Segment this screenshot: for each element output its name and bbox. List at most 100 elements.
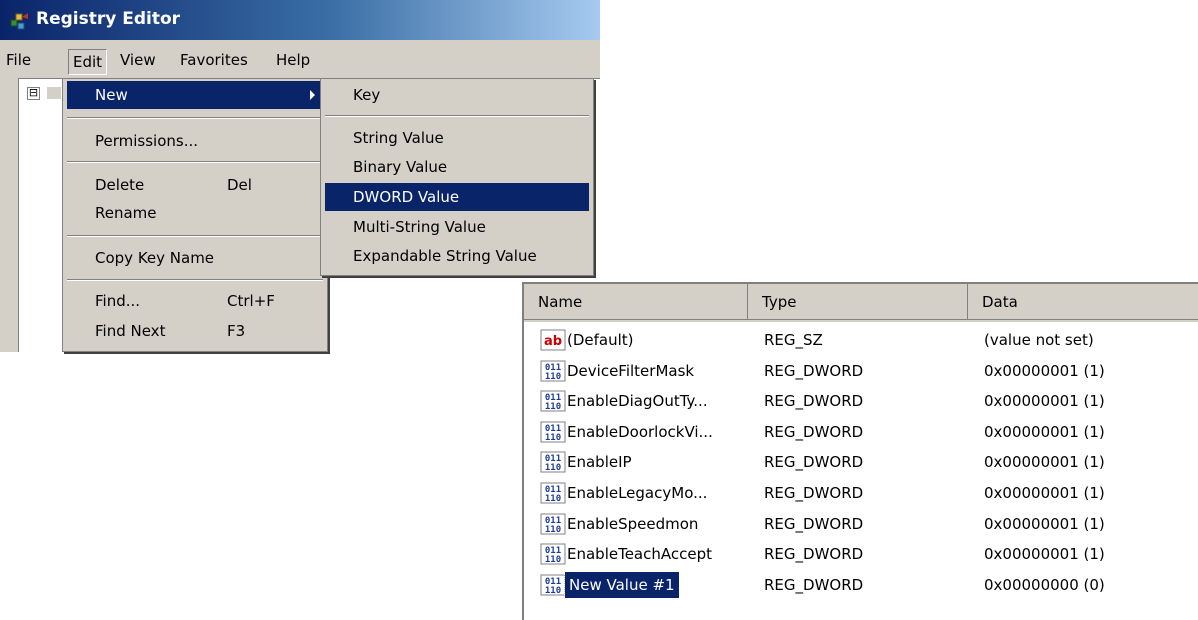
menu-item-delete[interactable]: Delete Del [67, 171, 323, 199]
menu-separator [325, 115, 589, 117]
table-row[interactable]: 011 110 EnableIP REG_DWORD 0x00000001 (1) [524, 446, 1198, 478]
list-header: Name Type Data [524, 284, 1198, 322]
shortcut-label: Del [227, 176, 252, 194]
menu-item-label: Multi-String Value [353, 218, 486, 236]
title-bar[interactable]: Registry Editor [0, 0, 600, 40]
values-list-pane: Name Type Data ab (Default) REG_SZ (value n… [522, 282, 1198, 620]
value-type: REG_DWORD [764, 514, 864, 533]
computer-icon [47, 87, 61, 99]
value-name: EnableLegacyMo... [567, 484, 708, 502]
registry-editor-icon [10, 13, 28, 30]
shortcut-label: Ctrl+F [227, 292, 275, 310]
value-type: REG_DWORD [764, 545, 864, 564]
menu-item-label: Key [353, 86, 381, 104]
binary-value-icon: 011110 [540, 390, 566, 412]
menu-separator [67, 117, 323, 119]
window-title: Registry Editor [36, 9, 181, 29]
value-type: REG_DWORD [764, 422, 864, 441]
edit-menu: New Permissions... Delete Del Rename Cop… [62, 78, 328, 352]
binary-value-icon: 011110 [540, 421, 566, 443]
value-type: REG_DWORD [764, 392, 864, 411]
collapse-icon[interactable]: ⊟ [27, 87, 40, 100]
submenu-item-key[interactable]: Key [325, 81, 589, 109]
menu-item-label: Binary Value [353, 158, 448, 176]
menu-item-rename[interactable]: Rename [67, 199, 323, 227]
svg-text:110: 110 [545, 433, 561, 443]
value-name: (Default) [567, 331, 634, 349]
menu-item-label: Rename [95, 204, 157, 222]
svg-text:110: 110 [545, 463, 561, 473]
value-data: 0x00000001 (1) [984, 392, 1105, 411]
svg-text:110: 110 [545, 402, 561, 412]
svg-text:ab: ab [544, 334, 562, 349]
binary-value-icon: 011110 [540, 574, 566, 596]
value-data: 0x00000001 (1) [984, 453, 1105, 472]
binary-value-icon: 011110 [540, 513, 566, 535]
submenu-item-binary-value[interactable]: Binary Value [325, 153, 589, 181]
menu-item-label: DWORD Value [353, 188, 460, 206]
menu-item-label: Delete [95, 176, 145, 194]
table-row[interactable]: 011 110 DeviceFilterMask REG_DWORD 0x0000000… [524, 355, 1198, 387]
menu-item-new[interactable]: New [67, 81, 323, 109]
value-data: 0x00000001 (1) [984, 484, 1105, 502]
menu-help[interactable]: Help [272, 48, 314, 72]
new-submenu: Key String Value Binary Value DWORD Valu… [320, 78, 594, 276]
menu-bar: File Edit View Favorites Help [0, 40, 600, 78]
binary-value-icon: 011110 [540, 360, 566, 382]
menu-item-find[interactable]: Find... Ctrl+F [67, 287, 323, 315]
menu-item-permissions[interactable]: Permissions... [67, 127, 323, 155]
value-name: New Value #1 [564, 570, 680, 599]
menu-favorites[interactable]: Favorites [176, 48, 252, 72]
table-row[interactable]: 011 110 EnableLegacyMo... REG_DWORD 0x000000… [524, 477, 1198, 509]
string-value-icon: ab [540, 329, 566, 351]
svg-text:110: 110 [545, 555, 561, 565]
menu-item-label: Copy Key Name [95, 249, 215, 267]
column-header-type[interactable]: Type [748, 284, 968, 320]
menu-view[interactable]: View [116, 48, 160, 72]
table-row[interactable]: 011 110 EnableTeachAccept REG_DWORD 0x000000… [524, 538, 1198, 570]
submenu-item-string-value[interactable]: String Value [325, 124, 589, 152]
value-type: REG_DWORD [764, 484, 864, 502]
binary-value-icon: 011110 [540, 482, 566, 504]
value-data: 0x00000001 (1) [984, 361, 1105, 380]
table-row[interactable]: 011 110 EnableDiagOutTy... REG_DWORD 0x00000… [524, 385, 1198, 417]
value-data: 0x00000001 (1) [984, 545, 1105, 564]
svg-text:110: 110 [545, 372, 561, 382]
table-row[interactable]: 011 110 New Value #1 REG_DWORD 0x00000000 (0… [524, 569, 1198, 601]
table-row[interactable]: 011 110 EnableSpeedmon REG_DWORD 0x00000001 … [524, 508, 1198, 540]
value-name: EnableSpeedmon [567, 514, 699, 533]
menu-item-find-next[interactable]: Find Next F3 [67, 317, 323, 345]
menu-separator [67, 279, 323, 281]
submenu-item-multi-string-value[interactable]: Multi-String Value [325, 213, 589, 241]
submenu-item-expandable-string-value[interactable]: Expandable String Value [325, 242, 589, 270]
table-row[interactable]: 011 110 EnableDoorlockVi... REG_DWORD 0x0000… [524, 416, 1198, 448]
menu-separator [67, 161, 323, 163]
value-name: EnableTeachAccept [567, 545, 713, 564]
menu-item-label: New [95, 86, 128, 104]
column-header-data[interactable]: Data [968, 284, 1198, 320]
value-type: REG_SZ [764, 331, 823, 349]
column-header-name[interactable]: Name [524, 284, 748, 320]
value-name: EnableDoorlockVi... [567, 422, 713, 441]
value-name: EnableIP [567, 453, 632, 472]
menu-separator [67, 235, 323, 237]
menu-item-label: Expandable String Value [353, 247, 537, 265]
value-type: REG_DWORD [764, 361, 864, 380]
value-data: (value not set) [984, 331, 1094, 349]
svg-text:110: 110 [545, 494, 561, 504]
value-type: REG_DWORD [764, 575, 864, 594]
svg-text:110: 110 [545, 586, 561, 596]
value-name: EnableDiagOutTy... [567, 392, 708, 411]
menu-item-label: Find... [95, 292, 141, 310]
submenu-item-dword-value[interactable]: DWORD Value [325, 183, 589, 211]
value-name: DeviceFilterMask [567, 361, 695, 380]
binary-value-icon: 011110 [540, 543, 566, 565]
menu-item-label: Permissions... [95, 132, 199, 150]
table-row[interactable]: ab (Default) REG_SZ (value not set) [524, 324, 1198, 356]
value-data: 0x00000001 (1) [984, 514, 1105, 533]
menu-file[interactable]: File [2, 48, 35, 72]
menu-edit[interactable]: Edit [68, 49, 108, 75]
value-data: 0x00000001 (1) [984, 422, 1105, 441]
submenu-arrow-icon [310, 90, 315, 100]
menu-item-copy-key-name[interactable]: Copy Key Name [67, 244, 323, 272]
